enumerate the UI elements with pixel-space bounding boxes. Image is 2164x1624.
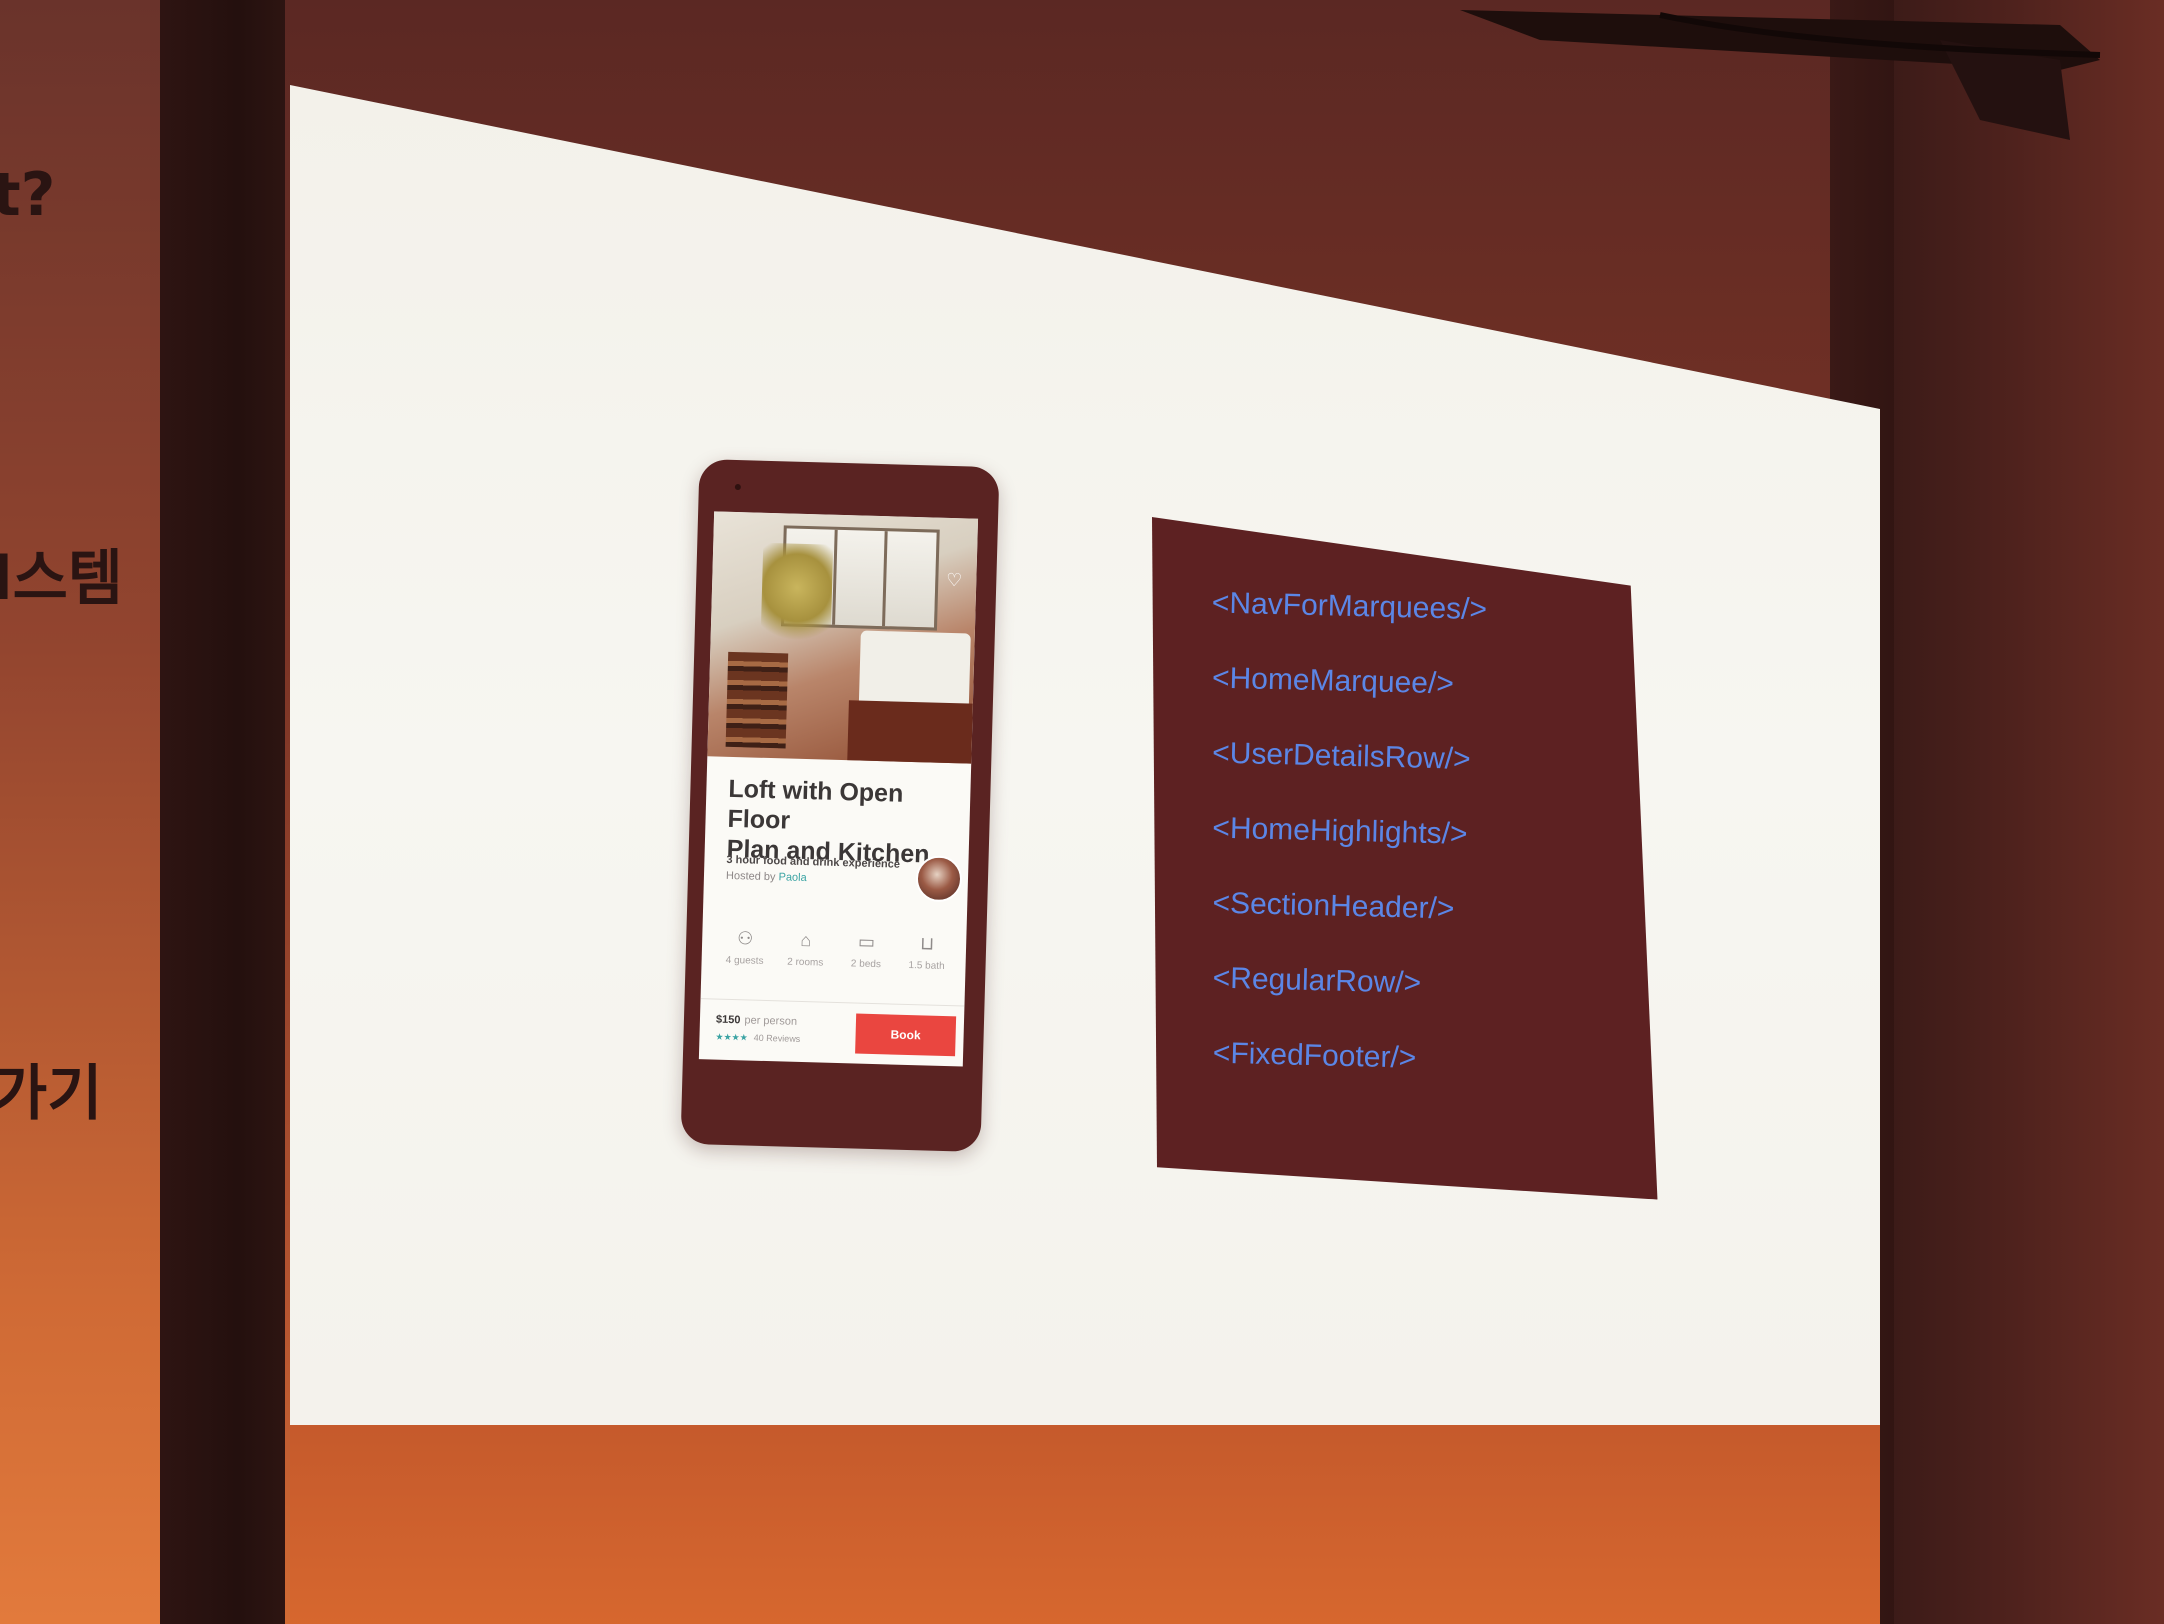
ceiling-rig: [1460, 10, 2101, 140]
footer-divider: [700, 998, 965, 1007]
amenity-beds: ▭ 2 beds: [836, 930, 896, 987]
phone-mockup: ♡ Loft with Open Floor Plan and Kitchen …: [680, 458, 1000, 1153]
heart-icon[interactable]: ♡: [946, 570, 963, 591]
hosted-by-label: Hosted by: [725, 869, 776, 884]
left-wall-text-3: 가기: [0, 1059, 103, 1129]
left-wall-text-1: t?: [0, 160, 56, 230]
amenity-rooms: ⌂ 2 rooms: [776, 928, 836, 985]
left-wall-text-2: l스템: [0, 544, 123, 614]
right-wall: [1894, 0, 2164, 1624]
code-line: <RegularRow/>: [1212, 961, 1422, 1000]
rating: ★★★★ 40 Reviews: [715, 1032, 800, 1045]
code-line: <UserDetailsRow/>: [1211, 736, 1472, 776]
photo-plant: [760, 542, 834, 655]
left-wall: t? l스템 가기: [0, 0, 165, 1624]
code-line: <HomeHighlights/>: [1212, 811, 1468, 851]
amenity-label: 4 guests: [725, 954, 764, 967]
phone-speaker: [734, 483, 741, 491]
code-line: <FixedFooter/>: [1212, 1036, 1417, 1075]
listing-photo: ♡: [707, 511, 979, 764]
amenities-row: ⚇ 4 guests ⌂ 2 rooms ▭ 2 beds ⊔ 1.5 bath: [715, 927, 956, 989]
phone-screen: ♡ Loft with Open Floor Plan and Kitchen …: [698, 511, 979, 1067]
amenity-guests: ⚇ 4 guests: [715, 927, 775, 984]
amenity-label: 2 beds: [850, 958, 882, 971]
star-rating-icon: ★★★★: [715, 1031, 748, 1043]
left-pillar: [160, 0, 290, 1624]
host-avatar[interactable]: [915, 855, 963, 903]
amenity-bath: ⊔ 1.5 bath: [897, 932, 957, 989]
price-value: $150: [715, 1013, 741, 1027]
hosted-by: Hosted by Paola: [726, 870, 807, 884]
price-unit: per person: [744, 1014, 798, 1028]
photo-books: [725, 651, 789, 749]
guests-icon: ⚇: [736, 928, 754, 949]
amenity-label: 1.5 bath: [908, 959, 945, 972]
slide-bottom-band: [290, 1425, 1880, 1624]
bath-icon: ⊔: [919, 933, 935, 954]
host-name-link[interactable]: Paola: [778, 871, 806, 884]
photo-scene: t? l스템 가기 ♡ Loft with Open Floor Plan an…: [0, 0, 2164, 1624]
rooms-icon: ⌂: [800, 929, 812, 951]
photo-bed: [858, 630, 971, 709]
price: $150 per person: [716, 1014, 797, 1028]
book-button[interactable]: Book: [855, 1013, 957, 1057]
beds-icon: ▭: [857, 931, 876, 953]
code-line: <SectionHeader/>: [1212, 886, 1455, 926]
component-code-panel: <NavForMarquees/> <HomeMarquee/> <UserDe…: [1136, 517, 1674, 1200]
amenity-label: 2 rooms: [787, 956, 824, 969]
photo-bedframe: [847, 700, 973, 764]
review-count: 40 Reviews: [753, 1032, 801, 1044]
code-line: <HomeMarquee/>: [1211, 661, 1455, 701]
code-line: <NavForMarquees/>: [1211, 586, 1488, 627]
